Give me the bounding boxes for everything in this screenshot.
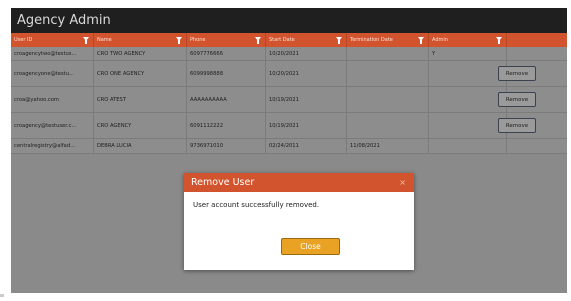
column-label: Admin bbox=[432, 37, 448, 43]
users-grid: User ID Name Phone Start Date Terminatio… bbox=[11, 33, 567, 154]
filter-icon[interactable] bbox=[336, 37, 342, 44]
column-label: Phone bbox=[190, 37, 206, 43]
cell-termination-date bbox=[347, 61, 429, 86]
remove-user-button[interactable]: Remove bbox=[498, 118, 536, 133]
table-row: croagencytwo@testus... CRO TWO AGENCY 60… bbox=[11, 47, 567, 61]
cell-name: CRO ONE AGENCY bbox=[94, 61, 187, 86]
table-row: croagency@testuser.c... CRO AGENCY 60911… bbox=[11, 113, 567, 139]
cell-admin bbox=[429, 139, 507, 153]
table-row: croa@yahoo.com CRO ATEST AAAAAAAAAA 10/1… bbox=[11, 87, 567, 113]
filter-icon[interactable] bbox=[83, 37, 89, 44]
filter-icon[interactable] bbox=[418, 37, 424, 44]
cell-start-date: 10/20/2021 bbox=[266, 61, 347, 86]
cell-user-id: croagency@testuser.c... bbox=[11, 113, 94, 138]
cell-termination-date bbox=[347, 87, 429, 112]
cell-phone: 6097776666 bbox=[187, 47, 266, 60]
cell-termination-date bbox=[347, 113, 429, 138]
grid-header: User ID Name Phone Start Date Terminatio… bbox=[11, 33, 567, 47]
cell-termination-date: 11/08/2021 bbox=[347, 139, 429, 153]
dialog-header: Remove User × bbox=[184, 173, 414, 192]
cell-phone: 6091112222 bbox=[187, 113, 266, 138]
cell-actions bbox=[507, 139, 567, 153]
cell-start-date: 02/24/2011 bbox=[266, 139, 347, 153]
column-label: User ID bbox=[14, 37, 33, 43]
remove-user-button[interactable]: Remove bbox=[498, 66, 536, 81]
close-button[interactable]: Close bbox=[281, 238, 340, 255]
cell-admin bbox=[429, 113, 507, 138]
cell-phone: 6099998888 bbox=[187, 61, 266, 86]
column-header-user-id[interactable]: User ID bbox=[11, 33, 94, 47]
table-row: centralregistry@alfad... DEBRA LUCIA 973… bbox=[11, 139, 567, 154]
column-label: Start Date bbox=[269, 37, 295, 43]
column-header-name[interactable]: Name bbox=[94, 33, 187, 47]
column-label: Termination Date bbox=[350, 37, 393, 43]
cell-actions bbox=[507, 47, 567, 60]
remove-user-button[interactable]: Remove bbox=[498, 92, 536, 107]
cell-name: DEBRA LUCIA bbox=[94, 139, 187, 153]
dialog-title: Remove User bbox=[191, 177, 255, 188]
page-edge-marker bbox=[0, 294, 4, 297]
column-header-phone[interactable]: Phone bbox=[187, 33, 266, 47]
close-icon[interactable]: × bbox=[399, 173, 406, 192]
cell-admin bbox=[429, 87, 507, 112]
column-label: Name bbox=[97, 37, 112, 43]
cell-start-date: 10/19/2021 bbox=[266, 113, 347, 138]
column-header-admin[interactable]: Admin bbox=[429, 33, 507, 47]
table-row: croagencyone@testu... CRO ONE AGENCY 609… bbox=[11, 61, 567, 87]
page-title: Agency Admin bbox=[11, 8, 567, 33]
cell-phone: AAAAAAAAAA bbox=[187, 87, 266, 112]
cell-name: CRO TWO AGENCY bbox=[94, 47, 187, 60]
filter-icon[interactable] bbox=[176, 37, 182, 44]
cell-user-id: croagencyone@testu... bbox=[11, 61, 94, 86]
column-header-actions bbox=[507, 33, 567, 47]
cell-phone: 9736971010 bbox=[187, 139, 266, 153]
cell-name: CRO ATEST bbox=[94, 87, 187, 112]
cell-admin: Y bbox=[429, 47, 507, 60]
cell-admin bbox=[429, 61, 507, 86]
cell-start-date: 10/19/2021 bbox=[266, 87, 347, 112]
cell-start-date: 10/20/2021 bbox=[266, 47, 347, 60]
column-header-termination-date[interactable]: Termination Date bbox=[347, 33, 429, 47]
dialog-message: User account successfully removed. bbox=[193, 201, 320, 209]
filter-icon[interactable] bbox=[496, 37, 502, 44]
remove-user-dialog: Remove User × User account successfully … bbox=[184, 173, 414, 270]
column-header-start-date[interactable]: Start Date bbox=[266, 33, 347, 47]
cell-termination-date bbox=[347, 47, 429, 60]
filter-icon[interactable] bbox=[255, 37, 261, 44]
cell-user-id: centralregistry@alfad... bbox=[11, 139, 94, 153]
cell-name: CRO AGENCY bbox=[94, 113, 187, 138]
cell-user-id: croagencytwo@testus... bbox=[11, 47, 94, 60]
cell-user-id: croa@yahoo.com bbox=[11, 87, 94, 112]
